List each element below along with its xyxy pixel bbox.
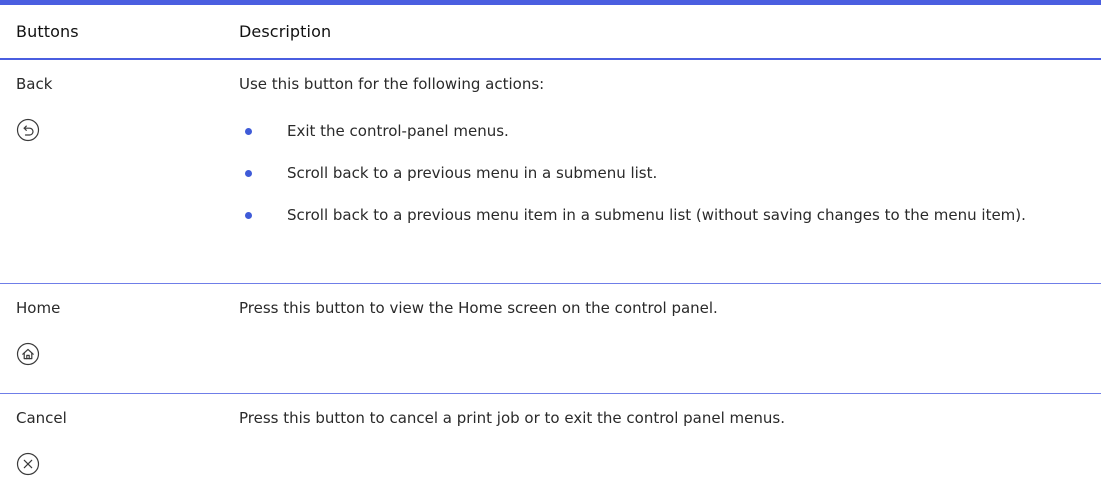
list-item: Scroll back to a previous menu item in a…: [239, 205, 1041, 225]
description-text: Use this button for the following action…: [239, 75, 545, 93]
list-item-text: Exit the control-panel menus.: [287, 122, 509, 140]
description-cell: Press this button to cancel a print job …: [239, 394, 1101, 499]
bullet-icon: [245, 170, 252, 177]
description-cell: Press this button to view the Home scree…: [239, 284, 1101, 393]
header-description: Description: [239, 22, 332, 41]
list-item-text: Scroll back to a previous menu item in a…: [287, 206, 1026, 224]
list-item: Scroll back to a previous menu in a subm…: [239, 163, 1041, 183]
buttons-table: Buttons Description Back Use this button…: [0, 0, 1101, 499]
home-icon: [16, 342, 40, 366]
cancel-icon: [16, 452, 40, 476]
table-row: Back Use this button for the following a…: [0, 60, 1101, 284]
button-cell: Back: [0, 60, 239, 283]
bullet-icon: [245, 128, 252, 135]
description-text: Press this button to view the Home scree…: [239, 299, 718, 317]
description-text: Press this button to cancel a print job …: [239, 409, 785, 427]
back-icon: [16, 118, 40, 142]
button-name-cancel: Cancel: [16, 409, 67, 427]
button-cell: Home: [0, 284, 239, 393]
button-name-home: Home: [16, 299, 61, 317]
action-list: Exit the control-panel menus. Scroll bac…: [239, 121, 1041, 225]
button-name-back: Back: [16, 75, 53, 93]
table-header-row: Buttons Description: [0, 5, 1101, 60]
list-item: Exit the control-panel menus.: [239, 121, 1041, 141]
button-cell: Cancel: [0, 394, 239, 499]
bullet-icon: [245, 212, 252, 219]
list-item-text: Scroll back to a previous menu in a subm…: [287, 164, 658, 182]
table-row: Cancel Press this button to cancel a pri…: [0, 394, 1101, 499]
table-row: Home Press this button to view the Home …: [0, 284, 1101, 394]
description-cell: Use this button for the following action…: [239, 60, 1101, 283]
header-buttons: Buttons: [16, 22, 79, 41]
